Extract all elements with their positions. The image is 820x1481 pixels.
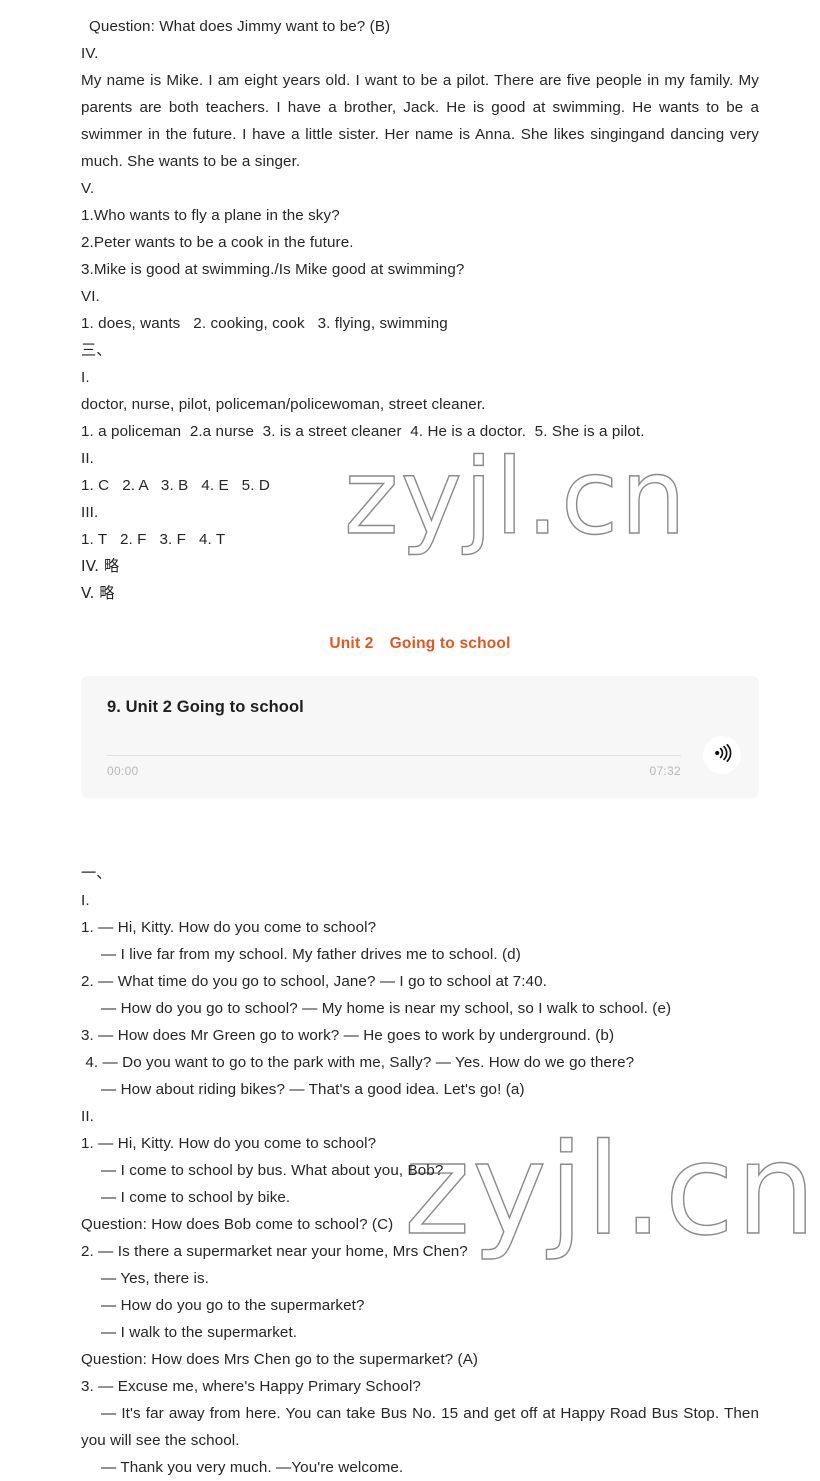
section-one-ii-item-10: 3. — Excuse me, where's Happy Primary Sc… (81, 1378, 421, 1395)
section-one-i-label: I. (81, 892, 90, 909)
section-one-i-item-7: — How about riding bikes? — That's a goo… (101, 1081, 525, 1098)
audio-play-sound-button[interactable] (703, 736, 741, 774)
clipped-top-line (81, 0, 759, 13)
audio-player-card[interactable]: 9. Unit 2 Going to school 00:00 07:32 (81, 676, 759, 798)
section-one-ii-last-line: — Thank you very much. —You're welcome. (101, 1459, 404, 1476)
section-three-marker: 三、 (81, 341, 112, 359)
section-one-i-item-6: 4. — Do you want to go to the park with … (81, 1054, 635, 1071)
section-one-ii-label: II. (81, 1108, 94, 1125)
section-vi-label: VI. (81, 288, 100, 305)
unit-heading: Unit 2 Going to school (81, 635, 759, 653)
audio-current-time: 00:00 (107, 764, 139, 778)
section-one-i-item-2: — I live far from my school. My father d… (101, 946, 521, 963)
audio-progress-bar[interactable] (107, 755, 681, 756)
section-three-ii-answers: 1. C 2. A 3. B 4. E 5. D (81, 477, 270, 494)
section-one-i-item-5: 3. — How does Mr Green go to work? — He … (81, 1027, 615, 1044)
section-one-ii-item-2: — I come to school by bus. What about yo… (101, 1162, 444, 1179)
section-one-ii-item-4: Question: How does Bob come to school? (… (81, 1216, 394, 1233)
section-one-ii-item-8: — I walk to the supermarket. (101, 1324, 298, 1341)
v-item-2: 2.Peter wants to be a cook in the future… (81, 234, 354, 251)
section-three-i-vocab: doctor, nurse, pilot, policeman/policewo… (81, 396, 486, 413)
section-three-iv-line: IV. 略 (81, 557, 120, 575)
section-three-v-line: V. 略 (81, 584, 115, 602)
section-one-ii-item-5: 2. — Is there a supermarket near your ho… (81, 1243, 468, 1260)
section-one-marker: 一、 (81, 864, 112, 882)
section-one-ii-item-6: — Yes, there is. (101, 1270, 209, 1287)
sound-wave-icon (712, 743, 732, 768)
section-iv-label: IV. (81, 45, 99, 62)
audio-controls: 00:00 07:32 (107, 755, 681, 778)
section-three-i-label: I. (81, 369, 90, 386)
section-one-ii-item-1: 1. — Hi, Kitty. How do you come to schoo… (81, 1135, 377, 1152)
section-three-iii-answers: 1. T 2. F 3. F 4. T (81, 531, 226, 548)
vi-answers: 1. does, wants 2. cooking, cook 3. flyin… (81, 315, 448, 332)
section-one-ii-item-7: — How do you go to the supermarket? (101, 1297, 365, 1314)
section-one-i-item-4: — How do you go to school? — My home is … (101, 1000, 672, 1017)
section-one-ii-item-3: — I come to school by bike. (101, 1189, 291, 1206)
section-three-i-answers: 1. a policeman 2.a nurse 3. is a street … (81, 423, 645, 440)
section-one-i-item-1: 1. — Hi, Kitty. How do you come to schoo… (81, 919, 377, 936)
v-item-1: 1.Who wants to fly a plane in the sky? (81, 207, 340, 224)
section-one-ii-wrapped-paragraph: — It's far away from here. You can take … (81, 1405, 759, 1449)
section-three-ii-label: II. (81, 450, 94, 467)
answer-key-page: zyjl.cn zyjl.cn Question: What does Jimm… (0, 0, 820, 1480)
unit-number: Unit 2 (329, 635, 374, 652)
audio-title: 9. Unit 2 Going to school (107, 698, 304, 716)
document-body: Question: What does Jimmy want to be? (B… (81, 0, 759, 1481)
unit-title: Going to school (389, 635, 511, 652)
section-v-label: V. (81, 180, 95, 197)
section-three-iii-label: III. (81, 504, 99, 521)
section-one-i-item-3: 2. — What time do you go to school, Jane… (81, 973, 547, 990)
passage-iv: My name is Mike. I am eight years old. I… (81, 72, 759, 170)
v-item-3: 3.Mike is good at swimming./Is Mike good… (81, 261, 465, 278)
audio-time-row: 00:00 07:32 (107, 764, 681, 778)
audio-duration: 07:32 (649, 764, 681, 778)
section-one-ii-item-9: Question: How does Mrs Chen go to the su… (81, 1351, 479, 1368)
question-jimmy-line: Question: What does Jimmy want to be? (B… (89, 18, 391, 35)
